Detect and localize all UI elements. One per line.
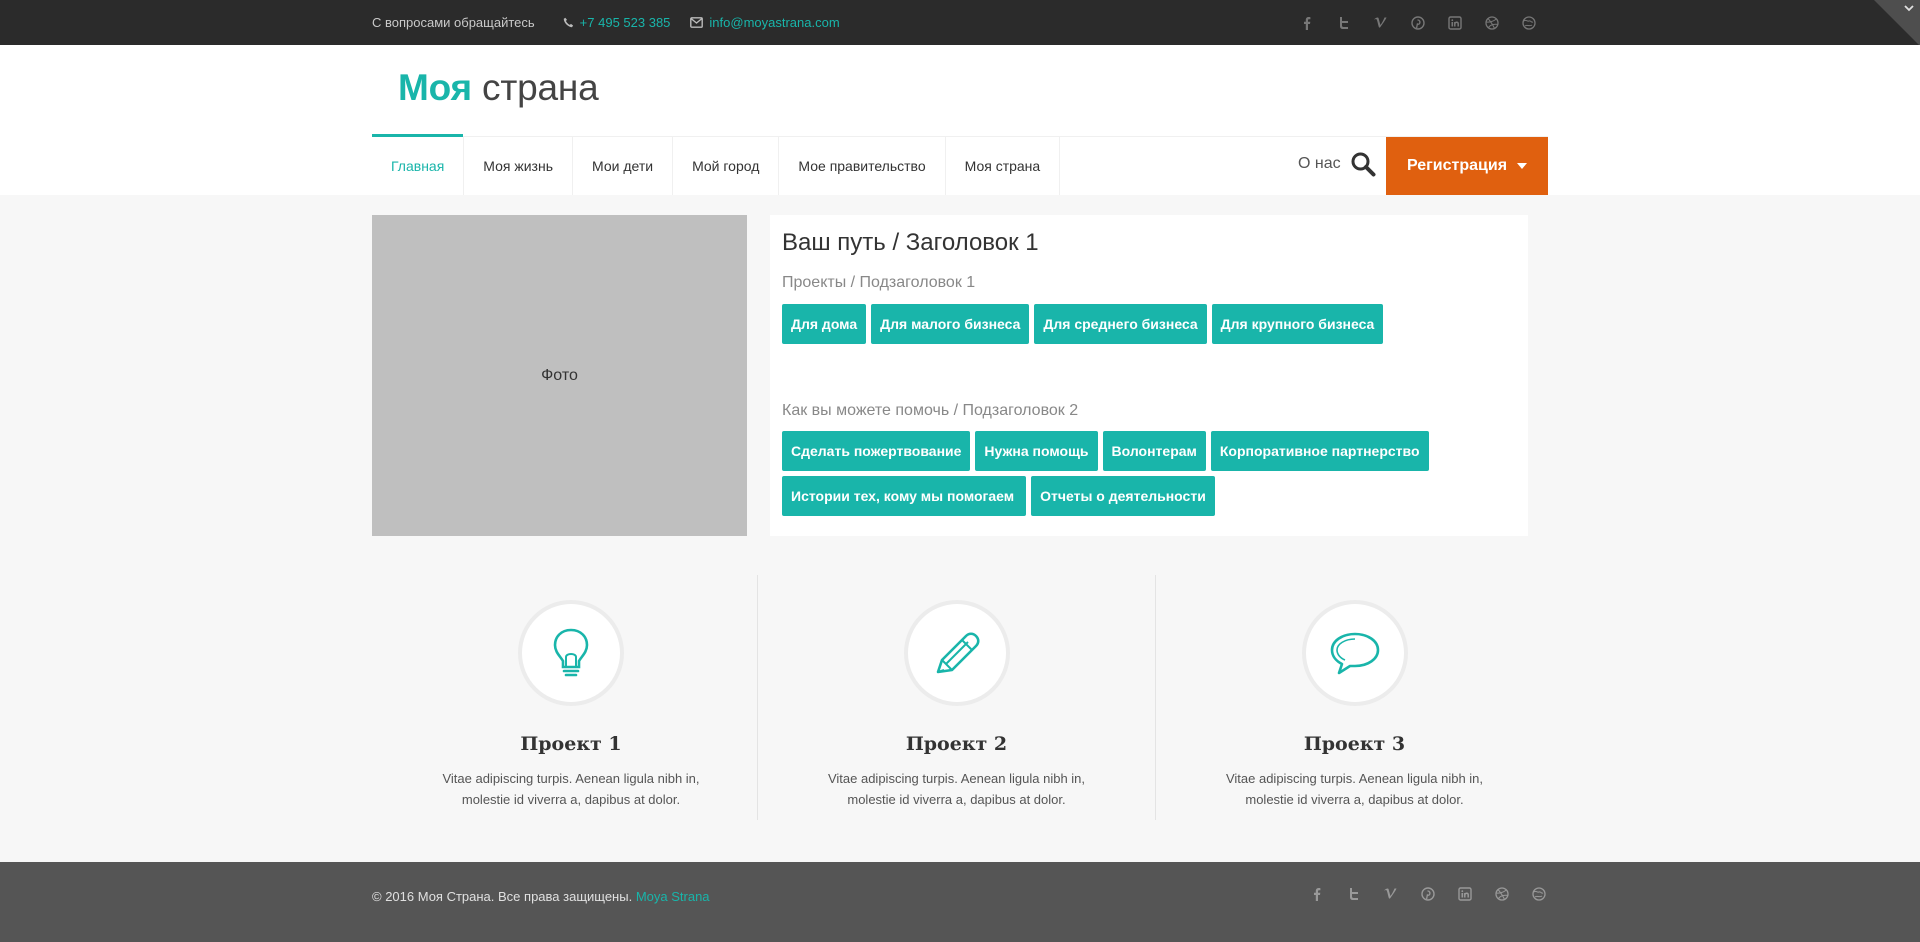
- feature-project-2: Проект 2 Vitae adipiscing turpis. Aenean…: [757, 575, 1155, 820]
- search-icon[interactable]: [1350, 151, 1376, 177]
- stories-button[interactable]: Истории тех, кому мы помогаем: [782, 476, 1027, 516]
- pinterest-icon[interactable]: [1399, 15, 1436, 30]
- lightbulb-icon: [553, 628, 589, 677]
- dribbble-icon[interactable]: [1483, 887, 1520, 901]
- page-title: Ваш путь / Заголовок 1: [782, 229, 1039, 256]
- nav-item-my-life[interactable]: Моя жизнь: [464, 136, 574, 195]
- feature-icon-circle: [518, 600, 624, 706]
- facebook-icon[interactable]: [1288, 16, 1325, 30]
- small-business-button[interactable]: Для малого бизнеса: [871, 304, 1030, 344]
- site-header: Моя страна Главная Моя жизнь Мои дети Мо…: [0, 45, 1920, 195]
- feature-title: Проект 3: [1303, 733, 1406, 755]
- donate-button[interactable]: Сделать пожертвование: [782, 431, 971, 471]
- volunteers-button[interactable]: Волонтерам: [1102, 431, 1206, 471]
- contact-info: С вопросами обращайтесь +7 495 523 385 i…: [372, 0, 860, 45]
- vimeo-icon[interactable]: [1362, 16, 1399, 30]
- intro-panel: Ваш путь / Заголовок 1 Проекты / Подзаго…: [770, 215, 1528, 536]
- feature-title: Проект 1: [520, 733, 622, 755]
- footer-link[interactable]: Moya Strana: [636, 889, 710, 904]
- projects-buttons: Для дома Для малого бизнеса Для среднего…: [782, 304, 1388, 344]
- phone-icon: [563, 17, 573, 28]
- register-button[interactable]: Регистрация: [1386, 137, 1548, 195]
- vimeo-icon[interactable]: [1372, 887, 1409, 901]
- phone-link[interactable]: +7 495 523 385: [563, 15, 671, 30]
- subtitle-help: Как вы можете помочь / Подзаголовок 2: [782, 402, 1079, 419]
- phone-number: +7 495 523 385: [579, 15, 671, 30]
- twitter-icon[interactable]: [1335, 887, 1372, 901]
- logo-bold-text: Моя: [398, 67, 472, 108]
- speech-bubble-icon: [1330, 632, 1379, 675]
- feature-title: Проект 2: [905, 733, 1008, 755]
- feature-project-3: Проект 3 Vitae adipiscing turpis. Aenean…: [1155, 575, 1553, 820]
- about-link[interactable]: О нас: [1298, 155, 1341, 173]
- help-buttons-row2: Истории тех, кому мы помогаем Отчеты о д…: [782, 476, 1220, 516]
- feature-project-1: Проект 1 Vitae adipiscing turpis. Aenean…: [372, 575, 770, 820]
- photo-label: Фото: [541, 366, 578, 384]
- feature-description: Vitae adipiscing turpis. Aenean ligula n…: [1225, 771, 1484, 807]
- facebook-icon[interactable]: [1298, 887, 1335, 901]
- chevron-down-icon[interactable]: [1904, 4, 1914, 12]
- feature-description: Vitae adipiscing turpis. Aenean ligula n…: [827, 771, 1086, 807]
- copyright-text: © 2016 Моя Страна. Все права защищены.: [372, 889, 633, 904]
- medium-business-button[interactable]: Для среднего бизнеса: [1034, 304, 1207, 344]
- caret-down-icon: [1517, 163, 1528, 169]
- copyright: © 2016 Моя Страна. Все права защищены. M…: [372, 889, 710, 904]
- top-bar: С вопросами обращайтесь +7 495 523 385 i…: [0, 0, 1920, 46]
- features-section: Проект 1 Vitae adipiscing turpis. Aenean…: [372, 575, 1548, 820]
- subtitle-projects: Проекты / Подзаголовок 1: [782, 274, 976, 291]
- feature-description: Vitae adipiscing turpis. Aenean ligula n…: [442, 771, 700, 807]
- pencil-icon: [936, 632, 980, 674]
- envelope-icon: [690, 17, 704, 28]
- linkedin-icon[interactable]: [1446, 887, 1483, 901]
- pinterest-icon[interactable]: [1409, 887, 1446, 901]
- photo-placeholder: Фото: [372, 215, 747, 536]
- main-nav: Главная Моя жизнь Мои дети Мой город Мое…: [372, 134, 1061, 195]
- reports-button[interactable]: Отчеты о деятельности: [1031, 476, 1215, 516]
- nav-item-home[interactable]: Главная: [372, 134, 465, 195]
- site-footer: © 2016 Моя Страна. Все права защищены. M…: [0, 862, 1920, 942]
- help-buttons-row1: Сделать пожертвование Нужна помощь Волон…: [782, 431, 1434, 471]
- register-label: Регистрация: [1406, 157, 1508, 174]
- corporate-partnership-button[interactable]: Корпоративное партнерство: [1210, 431, 1429, 471]
- linkedin-icon[interactable]: [1436, 15, 1473, 30]
- nav-item-my-government[interactable]: Мое правительство: [779, 136, 946, 195]
- feature-icon-circle: [903, 600, 1010, 706]
- need-help-button[interactable]: Нужна помощь: [975, 431, 1098, 471]
- nav-item-my-city[interactable]: Мой город: [673, 136, 780, 195]
- feature-icon-circle: [1301, 600, 1408, 706]
- globe-icon[interactable]: [1520, 887, 1557, 901]
- social-icons-top: [1288, 0, 1547, 45]
- contact-text: С вопросами обращайтесь: [372, 15, 535, 30]
- globe-icon[interactable]: [1510, 15, 1547, 30]
- twitter-icon[interactable]: [1325, 16, 1362, 30]
- nav-item-my-country[interactable]: Моя страна: [946, 136, 1061, 195]
- for-home-button[interactable]: Для дома: [782, 304, 867, 344]
- nav-item-my-children[interactable]: Мои дети: [573, 136, 674, 195]
- email-link[interactable]: info@moyastrana.com: [690, 15, 840, 30]
- email-address: info@moyastrana.com: [709, 15, 840, 30]
- site-logo[interactable]: Моя страна: [398, 67, 599, 109]
- social-icons-footer: [1298, 879, 1557, 909]
- logo-thin-text: страна: [482, 67, 599, 108]
- large-business-button[interactable]: Для крупного бизнеса: [1211, 304, 1384, 344]
- dribbble-icon[interactable]: [1473, 15, 1510, 30]
